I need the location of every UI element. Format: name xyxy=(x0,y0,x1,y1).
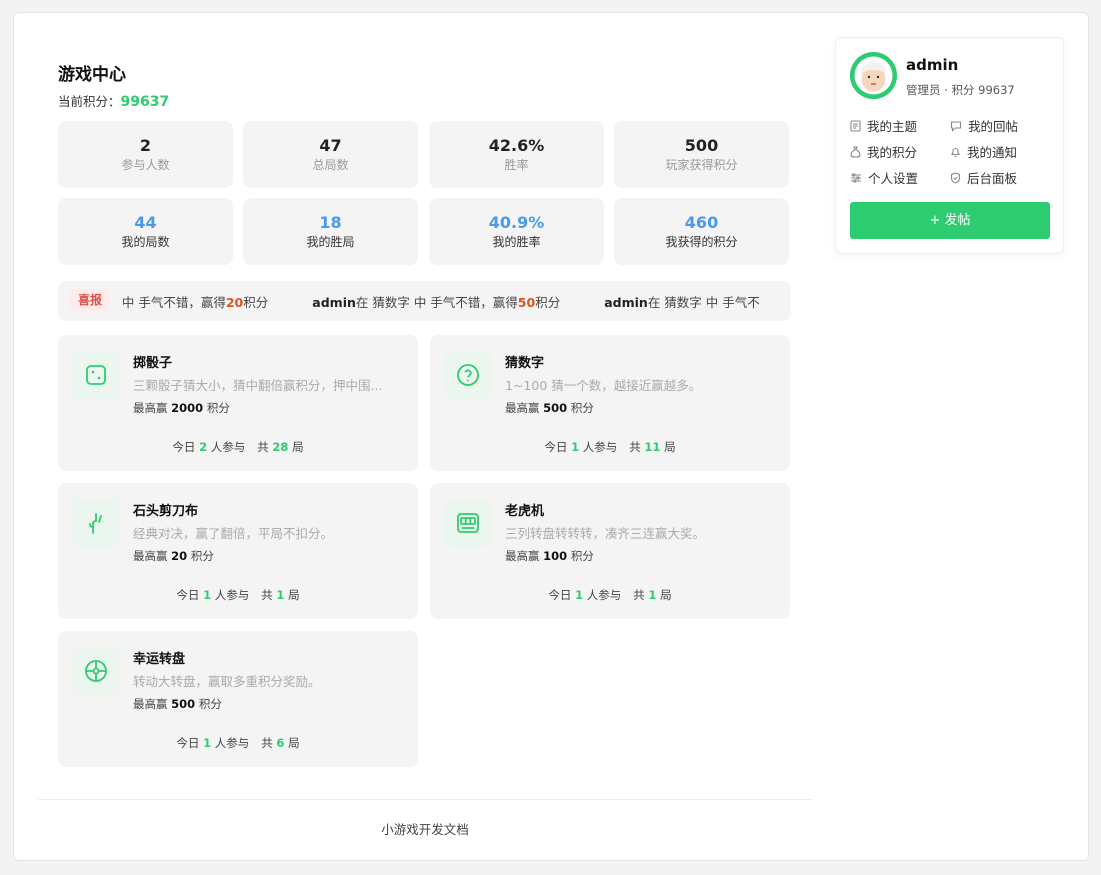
document-icon xyxy=(850,119,861,132)
stat-participants: 2 参与人数 xyxy=(58,121,233,188)
game-max-win: 最高赢 2000 积分 xyxy=(133,401,230,415)
shield-icon xyxy=(950,171,961,184)
menu-personal-settings[interactable]: 个人设置 xyxy=(850,168,918,187)
game-card-guess-number[interactable]: 猜数字 1~100 猜一个数，越接近赢越多。 最高赢 500 积分 今日 1 人… xyxy=(430,335,790,471)
game-stats: 今日 1 人参与共 1 局 xyxy=(176,588,300,602)
stat-label: 总局数 xyxy=(312,158,349,172)
stat-my-wins: 18 我的胜局 xyxy=(243,198,418,265)
stat-label: 玩家获得积分 xyxy=(665,158,738,172)
menu-my-replies[interactable]: 我的回帖 xyxy=(950,116,1018,135)
page-container: 游戏中心 当前积分：99637 2 参与人数 47 总局数 42.6% 胜率 5… xyxy=(13,12,1089,861)
new-post-button[interactable]: + 发帖 xyxy=(850,202,1050,239)
game-card-lucky-wheel[interactable]: 幸运转盘 转动大转盘，赢取多重积分奖励。 最高赢 500 积分 今日 1 人参与… xyxy=(58,631,418,767)
game-stats: 今日 1 人参与共 6 局 xyxy=(176,736,300,750)
game-stats: 今日 2 人参与共 28 局 xyxy=(172,440,304,454)
stat-player-points: 500 玩家获得积分 xyxy=(614,121,789,188)
stat-my-points: 460 我获得的积分 xyxy=(614,198,789,265)
win-ticker: 喜报 E 中 手气不错，赢得20积分 admin在 猜数字 中 手气不错，赢得50… xyxy=(58,281,791,321)
stat-label: 我的胜局 xyxy=(306,235,355,249)
stat-value: 500 xyxy=(684,136,719,155)
ticker-item: admin在 猜数字 中 手气不 xyxy=(604,295,760,310)
game-card-dice[interactable]: 掷骰子 三颗骰子猜大小，猜中翻倍赢积分，押中围... 最高赢 2000 积分 今… xyxy=(58,335,418,471)
game-max-win: 最高赢 500 积分 xyxy=(133,697,222,711)
ticker-badge: 喜报 xyxy=(70,289,111,311)
wheel-icon xyxy=(72,647,120,695)
game-name: 掷骰子 xyxy=(133,356,173,371)
stat-label: 我的胜率 xyxy=(492,235,541,249)
game-desc: 三颗骰子猜大小，猜中翻倍赢积分，押中围... xyxy=(133,378,383,393)
stat-win-rate: 42.6% 胜率 xyxy=(429,121,604,188)
stat-total-rounds: 47 总局数 xyxy=(243,121,418,188)
stat-value: 42.6% xyxy=(488,136,545,155)
slot-machine-icon xyxy=(444,499,492,547)
current-points: 当前积分：99637 xyxy=(58,91,169,110)
game-desc: 三列转盘转转转，凑齐三连赢大奖。 xyxy=(505,526,706,541)
stat-value: 2 xyxy=(139,136,152,155)
username: admin xyxy=(906,56,959,74)
stat-value: 44 xyxy=(134,213,157,232)
ticker-inner: E 中 手气不错，赢得20积分 admin在 猜数字 中 手气不错，赢得50积分 a… xyxy=(118,292,778,311)
question-icon xyxy=(444,351,492,399)
game-name: 石头剪刀布 xyxy=(133,504,199,519)
current-points-label: 当前积分： xyxy=(58,94,121,109)
money-bag-icon xyxy=(850,145,861,158)
stat-value: 460 xyxy=(684,213,719,232)
menu-admin-panel[interactable]: 后台面板 xyxy=(950,168,1017,187)
game-name: 老虎机 xyxy=(505,504,545,519)
stat-value: 47 xyxy=(319,136,342,155)
game-max-win: 最高赢 500 积分 xyxy=(505,401,594,415)
comment-icon xyxy=(950,120,962,132)
game-name: 猜数字 xyxy=(505,356,545,371)
stat-label: 我获得的积分 xyxy=(665,235,738,249)
ticker-track: E 中 手气不错，赢得20积分 admin在 猜数字 中 手气不错，赢得50积分 a… xyxy=(118,281,778,321)
current-points-value: 99637 xyxy=(120,94,170,110)
game-name: 幸运转盘 xyxy=(133,652,186,667)
dev-docs-link[interactable]: 小游戏开发文档 xyxy=(38,819,812,838)
sliders-icon xyxy=(851,172,861,183)
menu-my-points[interactable]: 我的积分 xyxy=(850,142,917,161)
stat-my-win-rate: 40.9% 我的胜率 xyxy=(429,198,604,265)
user-card: admin 管理员 · 积分 99637 我的主题 我的回帖 我的积分 我的通知… xyxy=(835,37,1064,254)
game-max-win: 最高赢 100 积分 xyxy=(505,549,594,563)
stat-my-rounds: 44 我的局数 xyxy=(58,198,233,265)
stat-value: 40.9% xyxy=(488,213,545,232)
game-card-rock-paper-scissors[interactable]: 石头剪刀布 经典对决，赢了翻倍，平局不扣分。 最高赢 20 积分 今日 1 人参… xyxy=(58,483,418,619)
menu-my-topics[interactable]: 我的主题 xyxy=(850,116,917,135)
bell-icon xyxy=(950,147,961,157)
game-desc: 1~100 猜一个数，越接近赢越多。 xyxy=(505,378,702,393)
user-role: 管理员 · 积分 99637 xyxy=(906,83,1015,97)
menu-my-notifications[interactable]: 我的通知 xyxy=(950,142,1017,161)
game-desc: 转动大转盘，赢取多重积分奖励。 xyxy=(133,674,321,689)
stat-label: 参与人数 xyxy=(121,158,170,172)
stat-label: 我的局数 xyxy=(121,235,170,249)
game-desc: 经典对决，赢了翻倍，平局不扣分。 xyxy=(133,526,334,541)
footer-divider xyxy=(38,799,812,800)
game-stats: 今日 1 人参与共 1 局 xyxy=(548,588,672,602)
stat-label: 胜率 xyxy=(504,158,529,172)
dice-icon xyxy=(72,351,120,399)
ticker-item: E 中 手气不错，赢得20积分 xyxy=(118,295,269,310)
ticker-item: admin在 猜数字 中 手气不错，赢得50积分 xyxy=(312,295,561,310)
game-max-win: 最高赢 20 积分 xyxy=(133,549,214,563)
hand-icon xyxy=(72,499,120,547)
game-card-slot-machine[interactable]: 老虎机 三列转盘转转转，凑齐三连赢大奖。 最高赢 100 积分 今日 1 人参与… xyxy=(430,483,790,619)
game-stats: 今日 1 人参与共 11 局 xyxy=(544,440,676,454)
page-title: 游戏中心 xyxy=(58,65,126,85)
avatar[interactable] xyxy=(850,52,897,99)
stat-value: 18 xyxy=(319,213,342,232)
